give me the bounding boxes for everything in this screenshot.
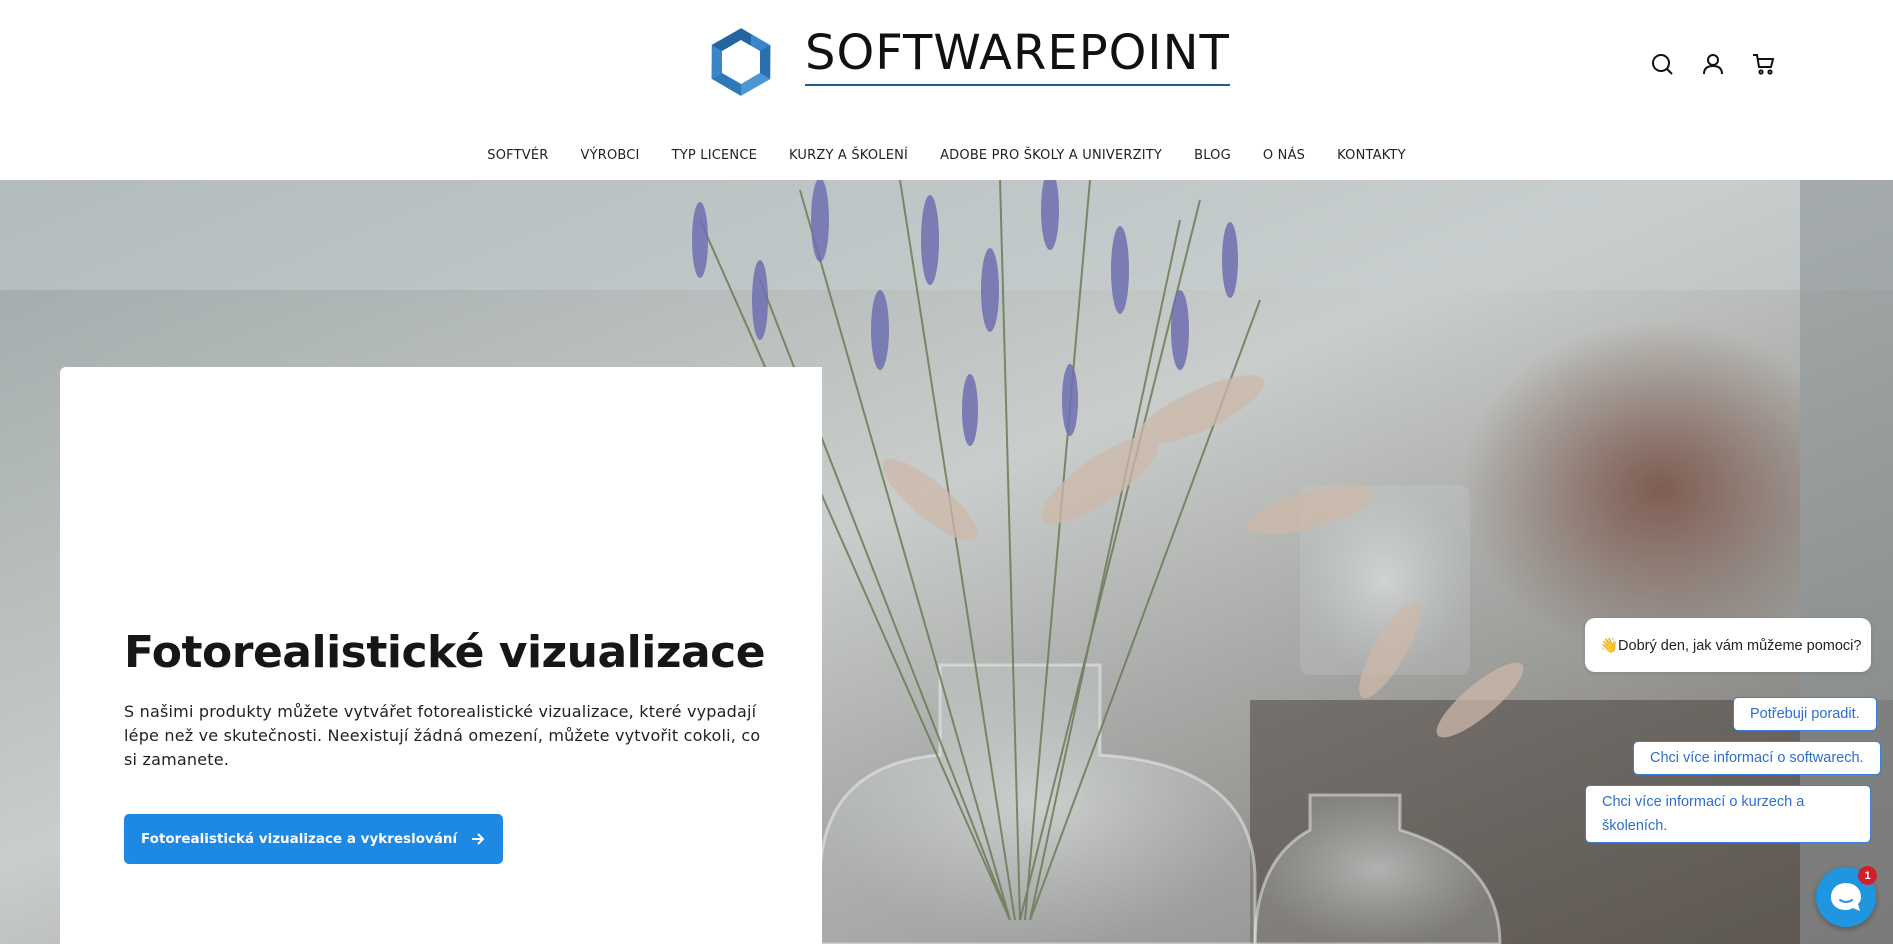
cta-button[interactable]: Fotorealistická vizualizace a vykreslová…: [124, 814, 504, 864]
search-icon[interactable]: [1650, 52, 1674, 76]
chat-option-courses[interactable]: Chci více informací o kurzech a školeníc…: [1585, 785, 1871, 843]
nav-item-blog[interactable]: BLOG: [1178, 148, 1247, 163]
nav-item-softver[interactable]: SOFTVÉR: [471, 148, 564, 163]
site-header: SOFTWAREPOINT SOFTVÉR VÝROBCI TYP LICENC…: [0, 0, 1893, 180]
hero-title: Fotorealistické vizualizace: [124, 627, 766, 678]
chat-option-advice[interactable]: Potřebuji poradit.: [1733, 697, 1877, 731]
nav-item-kurzy[interactable]: KURZY A ŠKOLENÍ: [773, 148, 924, 163]
cart-icon[interactable]: [1752, 52, 1776, 76]
site-logo[interactable]: SOFTWAREPOINT: [707, 26, 1230, 98]
nav-item-vyrobci[interactable]: VÝROBCI: [564, 148, 655, 163]
nav-item-o-nas[interactable]: O NÁS: [1247, 148, 1321, 163]
chat-option-software[interactable]: Chci více informací o softwarech.: [1633, 741, 1881, 775]
hero-description: S našimi produkty můžete vytvářet fotore…: [124, 702, 761, 769]
nav-item-typ-licence[interactable]: TYP LICENCE: [656, 148, 773, 163]
nav-item-kontakty[interactable]: KONTAKTY: [1321, 148, 1422, 163]
main-navigation: SOFTVÉR VÝROBCI TYP LICENCE KURZY A ŠKOL…: [0, 148, 1893, 163]
brand-name: SOFTWAREPOINT: [805, 28, 1230, 86]
nav-item-adobe[interactable]: ADOBE PRO ŠKOLY A UNIVERZITY: [924, 148, 1178, 163]
header-actions: [1650, 52, 1776, 76]
arrow-right-icon: [472, 833, 485, 845]
logo-mark-icon: [711, 28, 771, 96]
cta-label: Fotorealistická vizualizace a vykreslová…: [141, 831, 458, 847]
user-icon[interactable]: [1701, 52, 1725, 76]
hero-card: Fotorealistické vizualizace S našimi pro…: [60, 367, 822, 944]
notification-badge: 1: [1858, 866, 1877, 885]
chat-greeting: 👋Dobrý den, jak vám můžeme pomoci?: [1585, 618, 1871, 672]
